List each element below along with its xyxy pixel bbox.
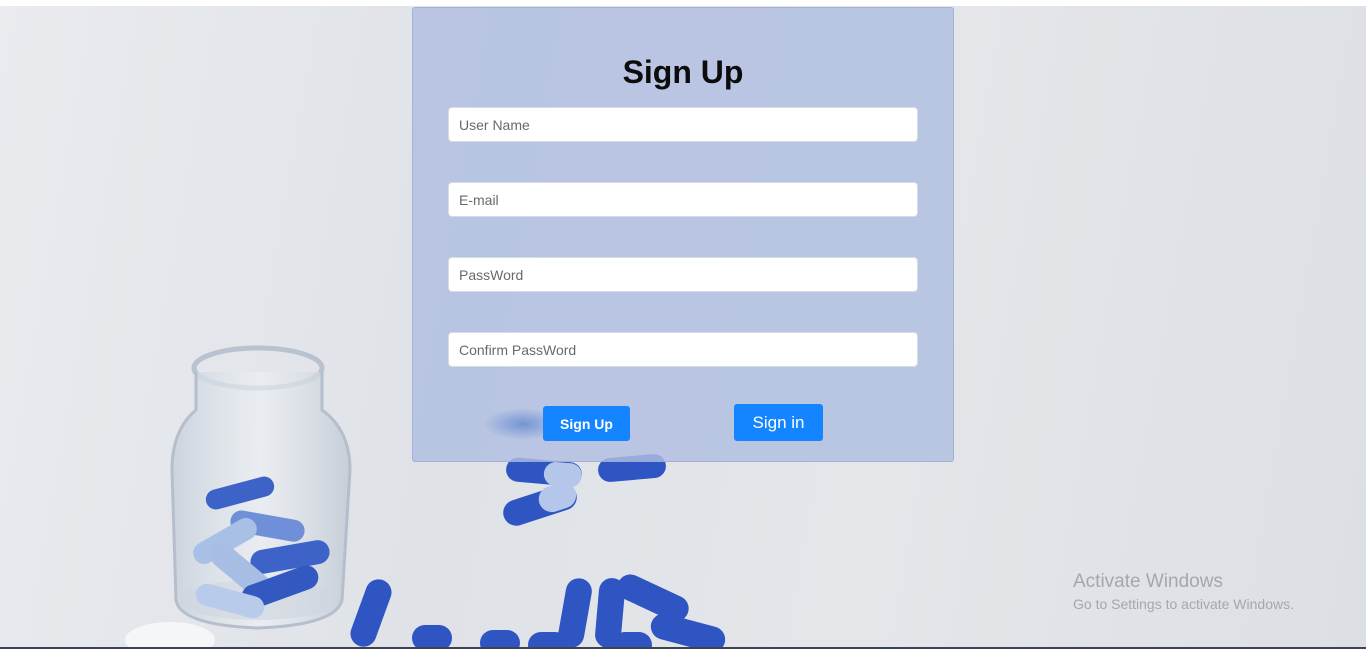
scattered-capsules	[350, 454, 726, 649]
signup-card: Sign Up Sign Up Sign in	[412, 7, 954, 462]
jar-lid	[125, 622, 215, 649]
watermark-title: Activate Windows	[1073, 571, 1223, 592]
email-field[interactable]	[448, 182, 918, 217]
page-title: Sign Up	[622, 54, 744, 90]
password-field[interactable]	[448, 257, 918, 292]
watermark-subtitle: Go to Settings to activate Windows.	[1073, 596, 1294, 612]
confirm-password-field[interactable]	[448, 332, 918, 367]
signup-button[interactable]: Sign Up	[543, 406, 630, 441]
windows-activation-watermark: Activate Windows Go to Settings to activ…	[1073, 571, 1294, 615]
username-field[interactable]	[448, 107, 918, 142]
signin-button[interactable]: Sign in	[734, 404, 823, 441]
